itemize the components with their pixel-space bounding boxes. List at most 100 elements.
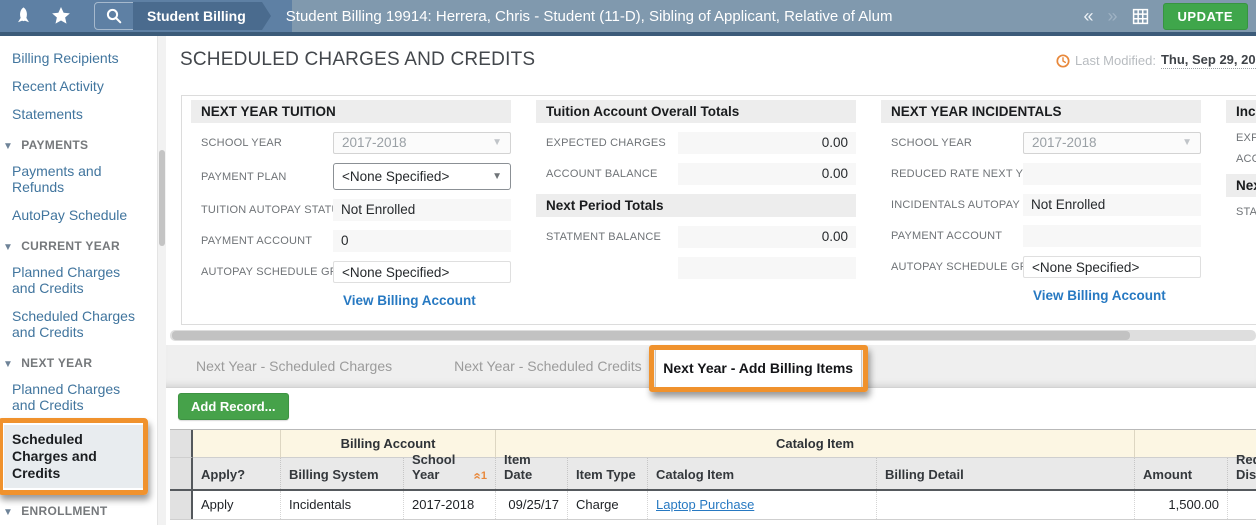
tab-strip: Next Year - Scheduled Charges Next Year … — [166, 345, 1256, 392]
incidentals-autopay-status-value: Not Enrolled — [1023, 194, 1201, 216]
payment-account-value — [1023, 225, 1201, 247]
panel-next-year-incidentals: NEXT YEAR INCIDENTALS SCHOOL YEAR 2017-2… — [881, 100, 1201, 309]
column-header-apply[interactable]: Apply? — [193, 458, 281, 489]
field-label-expected-charges: EXPECTED CHARGES — [546, 137, 666, 149]
statement-balance-value: 0.00 — [678, 226, 856, 248]
sidebar-item-statements[interactable]: Statements — [12, 106, 144, 122]
main-content: SCHEDULED CHARGES AND CREDITS Last Modif… — [166, 36, 1256, 525]
column-header-catalog-item[interactable]: Catalog Item — [648, 458, 877, 489]
row-header-cell — [170, 430, 193, 458]
field-label-autopay-schedule-group: AUTOPAY SCHEDULE GR… — [891, 261, 1023, 273]
sidebar-scrollbar-track — [157, 36, 166, 525]
autopay-schedule-group-field[interactable]: <None Specified> — [333, 261, 511, 283]
search-icon[interactable] — [95, 3, 133, 29]
column-header-amount[interactable]: Amount — [1135, 458, 1228, 489]
payment-plan-select[interactable]: <None Specified> ▼ — [333, 163, 511, 190]
sidebar-item-billing-recipients[interactable]: Billing Recipients — [12, 50, 144, 66]
clock-icon — [1056, 53, 1070, 68]
tab-next-year-scheduled-credits[interactable]: Next Year - Scheduled Credits — [454, 345, 642, 387]
chevron-down-icon: ▼ — [3, 242, 14, 253]
column-header-school-year[interactable]: School Year «1 — [404, 452, 496, 489]
view-billing-account-link[interactable]: View Billing Account — [1033, 288, 1166, 303]
breadcrumb-module-chip[interactable]: Student Billing — [133, 2, 271, 30]
breadcrumb-module-label: Student Billing — [147, 8, 246, 24]
field-label-school-year: SCHOOL YEAR — [891, 137, 973, 149]
sidebar-scrollbar-thumb[interactable] — [159, 150, 165, 246]
view-billing-account-link[interactable]: View Billing Account — [343, 293, 476, 308]
panel-incidentals-totals-clipped: Inci EXP ACC Nex STAT — [1226, 100, 1256, 227]
next-record-icon: » — [1107, 6, 1118, 26]
panel-title: NEXT YEAR INCIDENTALS — [881, 100, 1201, 123]
table-column-header-row: Apply? Billing System School Year «1 Ite… — [170, 452, 1256, 491]
chevron-down-icon: ▼ — [3, 141, 14, 152]
grid-view-icon[interactable] — [1132, 8, 1149, 25]
payment-account-value: 0 — [333, 230, 511, 252]
column-header-red-disc[interactable]: Red Disc — [1228, 452, 1256, 489]
last-modified-value: Thu, Sep 29, 2022 at 3: — [1160, 52, 1256, 69]
field-label-statement-balance: STATMENT BALANCE — [546, 231, 662, 243]
tab-next-year-add-billing-items[interactable]: Next Year - Add Billing Items — [648, 345, 868, 392]
sidebar-item-payments-refunds[interactable]: Payments and Refunds — [12, 163, 144, 195]
horizontal-scrollbar-thumb[interactable] — [172, 331, 1130, 340]
sidebar-section-enrollment[interactable]: ▼ ENROLLMENT — [3, 504, 151, 518]
field-label-payment-plan: PAYMENT PLAN — [201, 170, 287, 183]
cell-item-type: Charge — [568, 491, 648, 519]
catalog-item-link[interactable]: Laptop Purchase — [656, 497, 754, 512]
cell-apply-action[interactable]: Apply — [193, 491, 281, 519]
field-label-tuition-autopay-status: TUITION AUTOPAY STATUS — [201, 204, 333, 216]
column-header-item-date[interactable]: Item Date — [496, 452, 568, 489]
field-label-payment-account: PAYMENT ACCOUNT — [891, 230, 1003, 242]
prev-record-icon[interactable]: « — [1083, 0, 1093, 32]
school-year-select-disabled: 2017-2018 ▼ — [1023, 132, 1201, 154]
chevron-down-icon: ▼ — [3, 507, 14, 518]
field-label-autopay-schedule-group: AUTOPAY SCHEDULE GR… — [201, 266, 333, 278]
left-sidebar: Billing Recipients Recent Activity State… — [0, 36, 157, 525]
tab-next-year-scheduled-charges[interactable]: Next Year - Scheduled Charges — [196, 345, 392, 387]
sort-ascending-icon: «1 — [470, 470, 487, 482]
star-icon[interactable] — [46, 0, 76, 32]
sidebar-item-scheduled-charges-next-active[interactable]: Scheduled Charges and Credits — [0, 418, 148, 495]
row-header-cell[interactable] — [170, 491, 193, 519]
field-label-reduced-rate: REDUCED RATE NEXT YEAR — [891, 168, 1023, 180]
cell-billing-detail — [877, 491, 1135, 519]
sidebar-item-recent-activity[interactable]: Recent Activity — [12, 78, 144, 94]
sidebar-item-planned-charges-current[interactable]: Planned Charges and Credits — [12, 264, 144, 296]
panel-tuition-totals: Tuition Account Overall Totals EXPECTED … — [536, 100, 856, 288]
column-header-billing-system[interactable]: Billing System — [281, 458, 404, 489]
column-header-item-type[interactable]: Item Type — [568, 458, 648, 489]
panel-next-year-tuition: NEXT YEAR TUITION SCHOOL YEAR 2017-2018 ▼… — [191, 100, 511, 314]
table-group-header-row: Billing Account Catalog Item — [170, 430, 1256, 458]
cell-item-date: 09/25/17 — [496, 491, 568, 519]
table-row: Apply Incidentals 2017-2018 09/25/17 Cha… — [170, 491, 1256, 520]
global-search[interactable]: Student Billing — [94, 2, 271, 30]
field-label-payment-account: PAYMENT ACCOUNT — [201, 235, 313, 247]
sidebar-section-next-year[interactable]: ▼ NEXT YEAR — [3, 356, 151, 370]
cell-catalog-item: Laptop Purchase — [648, 491, 877, 519]
group-header-catalog-item: Catalog Item — [496, 430, 1135, 458]
sidebar-item-scheduled-charges-current[interactable]: Scheduled Charges and Credits — [12, 308, 144, 340]
cell-red-disc — [1228, 491, 1256, 519]
cell-school-year: 2017-2018 — [404, 491, 496, 519]
panel-title: Inci — [1226, 100, 1256, 123]
sidebar-item-planned-charges-next[interactable]: Planned Charges and Credits — [12, 381, 144, 413]
sidebar-item-autopay-schedule[interactable]: AutoPay Schedule — [12, 207, 144, 223]
autopay-schedule-group-field[interactable]: <None Specified> — [1023, 256, 1201, 278]
sidebar-section-current-year[interactable]: ▼ CURRENT YEAR — [3, 239, 151, 253]
chevron-down-icon: ▼ — [492, 137, 502, 148]
top-navbar: Student Billing Student Billing 19914: H… — [0, 0, 1256, 36]
column-header-billing-detail[interactable]: Billing Detail — [877, 458, 1135, 489]
rocket-icon[interactable] — [8, 0, 38, 32]
school-year-select-disabled: 2017-2018 ▼ — [333, 132, 511, 154]
add-record-button[interactable]: Add Record... — [178, 393, 289, 420]
update-button[interactable]: UPDATE — [1162, 2, 1248, 30]
chevron-down-icon: ▼ — [1182, 137, 1192, 148]
field-label-account-balance: ACCOUNT BALANCE — [546, 168, 658, 180]
reduced-rate-value — [1023, 163, 1201, 185]
sidebar-section-payments[interactable]: ▼ PAYMENTS — [3, 138, 151, 152]
field-label-incidentals-autopay: INCIDENTALS AUTOPAY S… — [891, 199, 1023, 211]
app-window: Student Billing Student Billing 19914: H… — [0, 0, 1256, 525]
tuition-autopay-status-value: Not Enrolled — [333, 199, 511, 221]
chevron-down-icon: ▼ — [492, 171, 502, 182]
panel-subheader: Nex — [1226, 174, 1256, 197]
billing-items-table: Billing Account Catalog Item Apply? Bill… — [170, 429, 1256, 520]
